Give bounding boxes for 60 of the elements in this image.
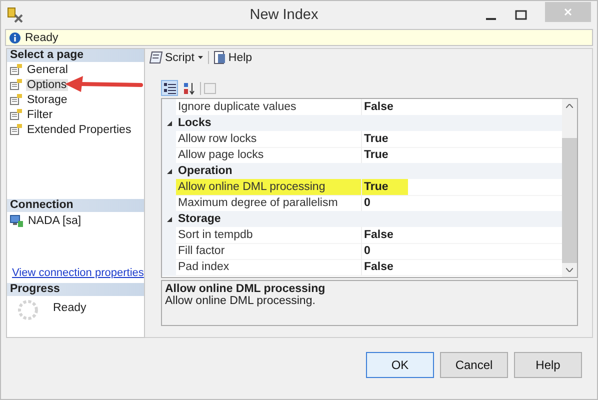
dialog-button[interactable]: OK — [366, 352, 434, 378]
page-icon — [10, 64, 22, 75]
page-icon — [10, 94, 22, 105]
category-name: Storage — [177, 212, 222, 227]
property-value[interactable]: 0 — [362, 243, 390, 259]
property-value[interactable]: True — [362, 147, 408, 163]
categorized-button[interactable] — [161, 80, 178, 96]
script-icon — [149, 51, 163, 64]
connection-name: NADA [sa] — [28, 215, 82, 227]
property-value[interactable]: 0 — [362, 195, 390, 211]
status-text: Ready — [25, 32, 58, 44]
scrollbar[interactable] — [562, 99, 577, 277]
property-name[interactable]: Allow row locks — [176, 131, 362, 148]
server-icon — [10, 215, 23, 227]
page-icon — [10, 124, 22, 135]
section-header: Connection — [7, 199, 144, 212]
property-name[interactable]: Allow online DML processing — [176, 179, 362, 196]
page-item[interactable]: Options — [7, 77, 144, 92]
script-button[interactable]: Script — [149, 51, 194, 64]
maximize-icon[interactable] — [515, 10, 527, 20]
scroll-down-icon[interactable] — [566, 268, 573, 272]
property-name[interactable]: Sort in tempdb — [176, 227, 362, 244]
scroll-up-icon[interactable] — [566, 104, 573, 108]
help-button[interactable]: Help — [214, 51, 252, 64]
section-header: Select a page — [7, 49, 144, 62]
page-icon — [10, 79, 22, 90]
property-name[interactable]: Pad index — [176, 259, 362, 276]
page-item[interactable]: Filter — [7, 107, 144, 122]
connection-properties-link[interactable]: View connection properties — [7, 267, 144, 283]
page-icon — [10, 109, 22, 120]
help-icon — [214, 51, 226, 64]
property-value[interactable]: False — [362, 99, 414, 115]
sort-icon — [182, 82, 194, 94]
section-header: Progress — [7, 283, 144, 296]
collapse-icon[interactable] — [166, 216, 172, 222]
close-icon — [563, 7, 573, 17]
property-value[interactable]: False — [362, 227, 414, 243]
property-value[interactable]: True — [362, 131, 408, 147]
page-item[interactable]: General — [7, 62, 144, 77]
category-name: Locks — [177, 116, 212, 131]
page-item[interactable]: Storage — [7, 92, 144, 107]
window-title: New Index — [248, 7, 320, 23]
dialog-button[interactable]: Cancel — [440, 352, 508, 378]
progress-status: Ready — [53, 301, 86, 314]
property-value[interactable]: False — [362, 259, 414, 275]
scroll-thumb[interactable] — [562, 138, 577, 263]
description-text: Allow online DML processing. — [165, 295, 316, 307]
collapse-icon[interactable] — [166, 120, 172, 126]
page-item[interactable]: Extended Properties — [7, 122, 144, 137]
info-icon — [9, 32, 21, 44]
property-value[interactable]: True — [362, 179, 408, 195]
collapse-icon[interactable] — [166, 168, 172, 174]
spinner-icon — [17, 299, 39, 321]
category-name: Operation — [177, 164, 234, 179]
property-name[interactable]: Fill factor — [176, 243, 362, 260]
categorized-icon — [164, 82, 176, 94]
description-title: Allow online DML processing — [165, 283, 326, 295]
dropdown-icon[interactable] — [198, 56, 204, 59]
dialog-button[interactable]: Help — [514, 352, 582, 378]
app-icon — [7, 7, 23, 23]
